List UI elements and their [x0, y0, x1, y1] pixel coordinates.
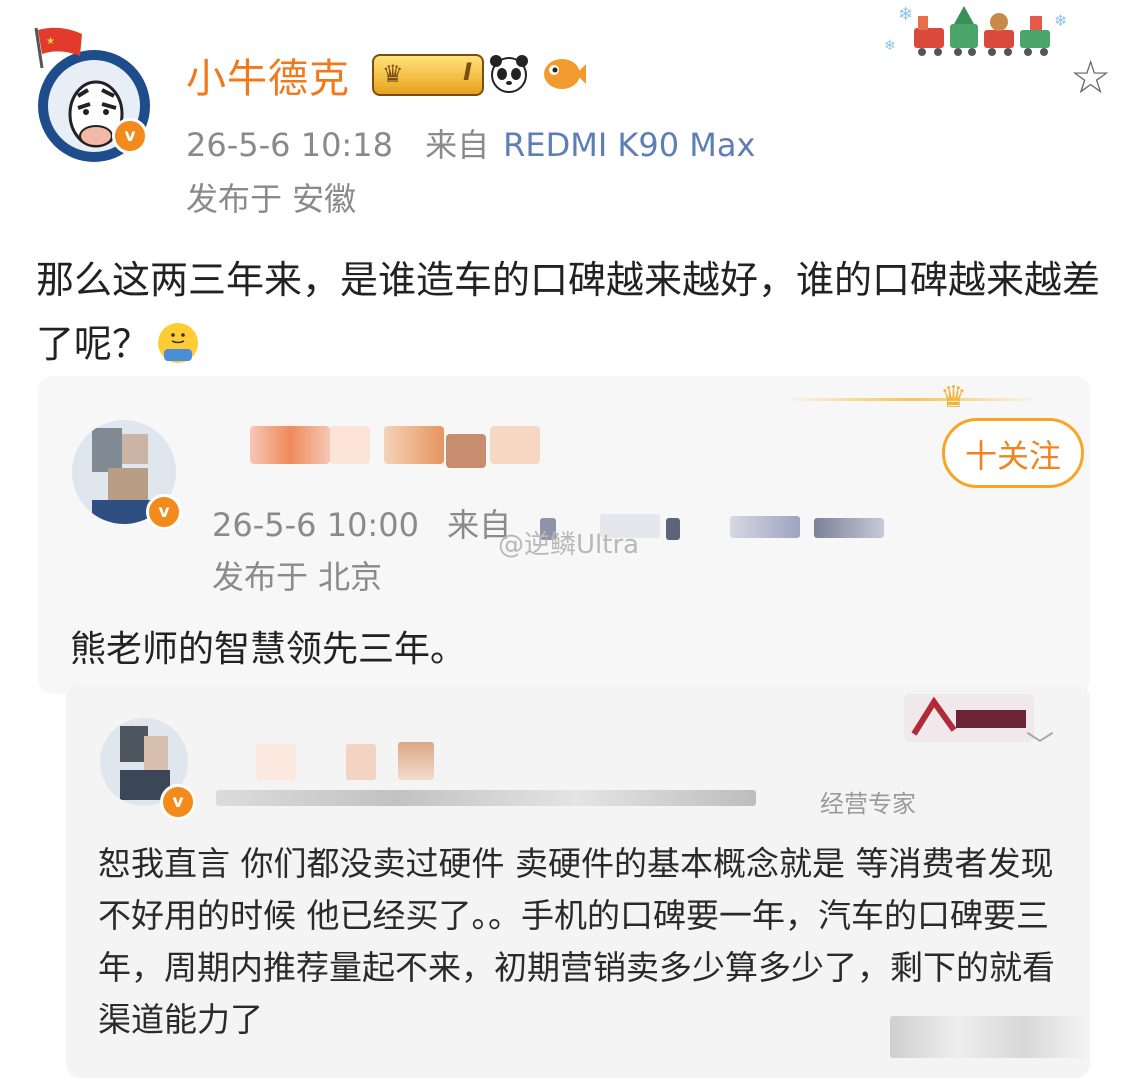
obscured-image-strip [890, 1016, 1090, 1058]
favorite-star-icon[interactable]: ☆ [1070, 54, 1111, 100]
gold-crown-icon: ♛ [940, 380, 967, 415]
svg-text:❄: ❄ [898, 4, 913, 25]
decorative-banner-icon [904, 694, 1034, 742]
svg-text:★: ★ [46, 36, 55, 47]
level-badge-value: I [463, 58, 472, 86]
gold-divider [782, 398, 1042, 401]
author-username[interactable]: 小牛德克 [186, 46, 350, 104]
comment-location: 发布于 北京 [212, 558, 383, 596]
post-body: 那么这两三年来，是谁造车的口碑越来越好，谁的口碑越来越差了呢？ [36, 248, 1126, 376]
device-link[interactable]: REDMI K90 Max [503, 126, 755, 164]
chevron-down-icon[interactable]: ﹀ [1026, 724, 1054, 764]
comment-meta: 26-5-6 10:00 来自 [212, 500, 511, 546]
commenter-verified-icon: v [146, 494, 182, 530]
follow-button[interactable]: 十关注 [942, 418, 1084, 488]
post-meta: 26-5-6 10:18 来自 REDMI K90 Max [186, 120, 755, 166]
source-prefix: 来自 [425, 126, 490, 164]
china-flag-icon: ★ [34, 27, 82, 68]
nested-comment-text: 恕我直言 你们都没卖过硬件 卖硬件的基本概念就是 等消费者发现不好用的时候 他已… [98, 844, 1055, 1039]
obscured-username [250, 426, 330, 464]
fish-badge-icon[interactable] [540, 52, 586, 94]
watermark-text: @逆鳞Ultra [498, 530, 640, 560]
christmas-train-decoration: ❄ ❄ ❄ [884, 4, 1067, 56]
comment-time: 26-5-6 10:00 [212, 506, 419, 544]
crown-level-badge-icon[interactable]: ♛ I [372, 54, 484, 96]
verified-badge-icon: v [112, 118, 148, 154]
panda-badge-icon[interactable] [488, 52, 530, 94]
comment-text: 熊老师的智慧领先三年。 [70, 629, 467, 670]
post-location: 发布于 安徽 [186, 180, 357, 218]
nested-verified-icon: v [160, 784, 196, 820]
svg-text:❄: ❄ [1054, 11, 1067, 30]
post-time: 26-5-6 10:18 [186, 126, 393, 164]
svg-text:❄: ❄ [884, 38, 896, 54]
shrug-emoji-icon [158, 323, 199, 363]
nested-meta-fragment: 经营专家 [820, 790, 916, 818]
